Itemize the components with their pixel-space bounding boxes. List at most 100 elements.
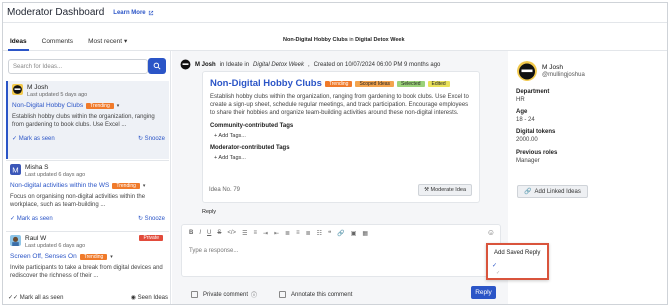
check-icon: ✓ [492,263,498,269]
private-comment-checkbox[interactable] [191,291,198,298]
idea-list-item[interactable]: M Misha S Last updated 6 days ago Non-di… [6,160,169,230]
annotate-label: Annotate this comment [291,291,353,298]
svg-text:M: M [12,165,18,174]
mark-as-seen-label: Mark as seen [16,216,53,222]
post-group[interactable]: Digital Detox Week [253,62,304,68]
strikethrough-icon[interactable]: S [217,230,221,237]
idea-number: Idea No. 79 [209,187,241,193]
idea-detail-panel: M Josh in Ideate in Digital Detox Week, … [172,51,508,304]
idea-updated: Last updated 5 days ago [27,92,88,98]
idea-title[interactable]: Non-Digital Hobby Clubs [12,102,83,109]
reply-placeholder: Type a response... [189,248,239,254]
quote-icon[interactable]: ❝ [328,230,331,237]
age-value: 18 - 24 [516,117,535,123]
breadcrumb: Non-Digital Hobby Clubs in Digital Detox… [283,37,405,43]
info-icon[interactable]: ⓘ [251,290,257,299]
mark-as-seen-label: Mark as seen [18,136,55,142]
seen-ideas-button[interactable]: ◉ Seen Ideas [131,294,168,301]
idea-description: Focus on organising non-digital activiti… [10,194,146,208]
trending-badge: Trending [112,182,140,189]
add-moderator-tags-button[interactable]: + Add Tags... [214,155,472,161]
snooze-icon: ↻ [137,216,145,222]
post-in: in Ideate in [219,61,250,68]
align-center-icon[interactable]: ≡ [296,230,300,237]
idea-updated: Last updated 6 days ago [25,172,86,178]
roles-field: Previous roles Manager [516,150,557,164]
age-key: Age [516,109,528,115]
selected-badge: Selected [397,80,425,87]
mark-all-seen-button[interactable]: ✓✓ Mark all as seen [8,294,63,301]
moderate-label: Moderate Idea [430,187,466,193]
reply-options: Private comment ⓘ Annotate this comment … [191,286,501,299]
add-linked-ideas-button[interactable]: 🔗 Add Linked Ideas [517,185,588,198]
chevron-down-icon[interactable]: ▾ [110,254,113,260]
external-link-icon [148,10,153,15]
moderate-idea-button[interactable]: ⚒ Moderate Idea [418,184,472,196]
add-community-tags-button[interactable]: + Add Tags... [214,133,472,139]
align-justify-icon[interactable]: ☷ [317,230,322,237]
snooze-button[interactable]: ↻ Snooze [138,135,165,142]
learn-more-link[interactable]: Learn More [113,10,153,16]
align-right-icon[interactable]: ≣ [306,230,311,237]
idea-card: Non-Digital Hobby Clubs Trending Scoped … [202,71,480,203]
idea-list-item[interactable]: Raul W Last updated 6 days ago Private S… [6,231,169,289]
idea-author: Raul W [25,235,47,242]
code-icon[interactable]: </> [227,230,236,237]
private-comment-label: Private comment [203,291,249,298]
idea-title[interactable]: Non-digital activities within the WS [10,182,109,189]
bullet-list-icon[interactable]: ☰ [242,230,247,237]
check-icon: ✓ [12,136,19,142]
idea-author: M Josh [27,84,48,91]
avatar [517,61,537,81]
underline-icon[interactable]: U [207,230,211,237]
linked-ideas-label: Add Linked Ideas [534,188,581,195]
numbered-list-icon[interactable]: ≡ [253,230,257,237]
search-input[interactable]: Search for Ideas... [8,59,148,74]
check-icon: ✓ [10,216,17,222]
table-icon[interactable]: ▦ [362,230,368,237]
profile-handle: @mullingjoshua [542,72,585,78]
bold-icon[interactable]: B [189,230,193,237]
search-button[interactable] [148,58,166,74]
edited-badge: Edited [427,80,450,87]
reply-button[interactable]: Reply [471,286,496,299]
idea-updated: Last updated 6 days ago [25,243,86,249]
list-footer: ✓✓ Mark all as seen ◉ Seen Ideas [8,294,168,301]
chevron-down-icon: ▾ [124,38,128,45]
chevron-down-icon[interactable]: ▾ [143,183,146,189]
link-icon[interactable]: 🔗 [337,230,344,237]
snooze-button[interactable]: ↻ Snooze [138,215,165,222]
post-author: M Josh [195,61,216,68]
italic-icon[interactable]: I [199,230,201,237]
tab-ideas[interactable]: Ideas [8,38,29,51]
snooze-label: Snooze [144,136,165,142]
tab-comments[interactable]: Comments [42,38,73,45]
idea-description: Establish hobby clubs within the organiz… [12,114,155,128]
avatar [12,84,23,95]
annotate-checkbox[interactable] [279,291,287,298]
breadcrumb-idea: Non-Digital Hobby Clubs [283,37,348,43]
idea-list-item[interactable]: M Josh Last updated 5 days ago Non-Digit… [6,81,169,159]
chevron-down-icon[interactable]: ▾ [117,103,120,109]
post-header: M Josh in Ideate in Digital Detox Week, … [180,59,440,70]
mark-as-seen-button[interactable]: ✓ Mark as seen [10,215,53,222]
top-bar: Moderator Dashboard Learn More [3,3,667,23]
tokens-value: 2000.00 [516,137,538,143]
mark-as-seen-button[interactable]: ✓ Mark as seen [12,135,55,142]
sort-dropdown[interactable]: Most recent ▾ [88,37,128,46]
search-placeholder: Search for Ideas... [13,63,63,70]
post-title: Non-Digital Hobby Clubs [210,78,322,89]
moderator-tags-heading: Moderator-contributed Tags [210,145,290,151]
idea-title[interactable]: Screen Off, Senses On [10,253,77,260]
image-icon[interactable]: ▣ [351,230,357,237]
emoji-icon[interactable]: ☺ [487,228,495,237]
app-frame: Moderator Dashboard Learn More Ideas Com… [2,2,668,305]
link-icon: 🔗 [524,189,532,195]
reply-editor[interactable]: B I U S </> ☰ ≡ ⇥ ⇤ ≣ ≡ ≣ ☷ ❝ 🔗 ▣ ▦ ☺ Ty… [181,224,501,277]
trending-badge: Trending [86,102,114,109]
check-all-icon: ✓✓ [8,295,20,301]
indent-icon[interactable]: ⇥ [263,230,268,237]
align-left-icon[interactable]: ≣ [285,230,290,237]
idea-description: Invite participants to take a break from… [10,265,163,279]
outdent-icon[interactable]: ⇤ [274,230,279,237]
